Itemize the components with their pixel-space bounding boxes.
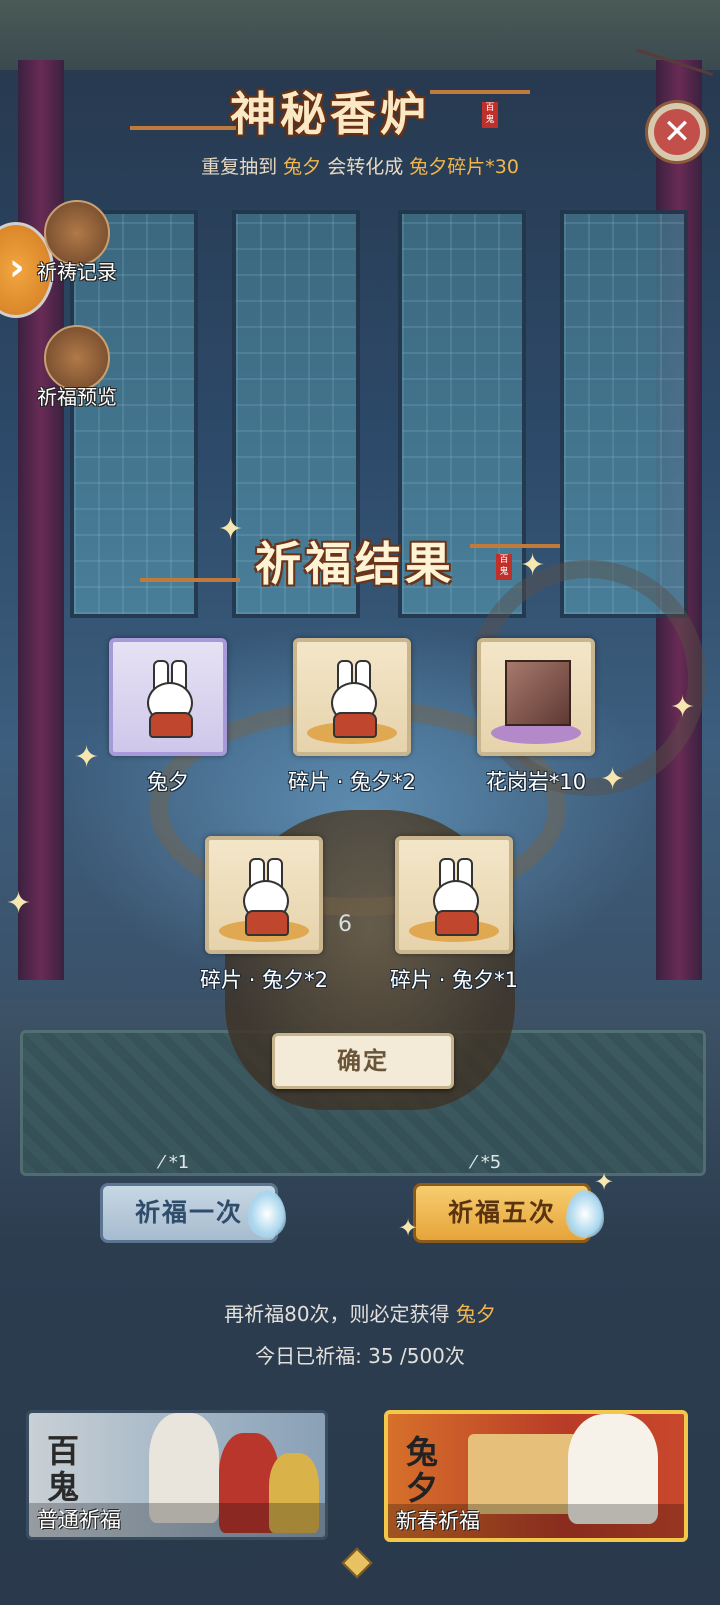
left-pillar: [18, 60, 64, 980]
result-banner: 祈福结果 百鬼: [140, 520, 570, 600]
close-icon: ✕: [654, 109, 700, 155]
normal-pray-label: 普通祈福: [29, 1503, 325, 1537]
sparkle-icon: ✦: [520, 548, 546, 583]
prayer-record-label: 祈祷记录: [37, 260, 117, 284]
sparkle-icon: ✦: [670, 690, 696, 725]
five-cost: ⁄ *5: [472, 1152, 501, 1173]
result-item[interactable]: 碎片 · 兔夕*2: [184, 836, 344, 994]
bunny-character-icon: [109, 638, 227, 756]
sparkle-icon: ✦: [594, 1168, 615, 1196]
bunny-fragment-icon: [395, 836, 513, 954]
top-strip: [0, 0, 720, 70]
prayer-preview-label: 祈福预览: [37, 385, 117, 409]
hint-char: 兔夕: [283, 156, 322, 178]
duplicate-hint: 重复抽到 兔夕 会转化成 兔夕碎片*30: [0, 152, 720, 179]
bunny-figure: [241, 858, 289, 936]
title-seal: 百鬼: [482, 102, 498, 128]
bunny-robe: [149, 712, 193, 738]
close-button[interactable]: ✕: [645, 100, 709, 164]
guarantee-char: 兔夕: [455, 1302, 496, 1326]
game-screen: 神秘香炉 百鬼 重复抽到 兔夕 会转化成 兔夕碎片*30 ✕ › 祈祷记录 祈福…: [0, 0, 720, 1605]
prayer-preview-button[interactable]: 祈福预览: [22, 325, 132, 410]
item-label: 碎片 · 兔夕*2: [288, 770, 416, 794]
today-count: 今日已祈福: 35 /500次: [255, 1344, 465, 1368]
once-cost-value: *1: [168, 1152, 190, 1173]
granite-icon: [477, 638, 595, 756]
granite-block: [505, 660, 571, 726]
censer-number: 6: [338, 912, 352, 937]
guarantee-text: 再祈福80次，则必定获得: [224, 1302, 450, 1326]
item-label: 花岗岩*10: [485, 770, 587, 794]
spring-pray-tab[interactable]: 兔夕 新春祈福: [384, 1410, 688, 1542]
bunny-robe: [435, 910, 479, 936]
normal-pool-emblem: 百鬼: [47, 1432, 80, 1506]
lattice-window: [560, 210, 688, 618]
item-label: 兔夕: [147, 770, 189, 794]
hint-middle: 会转化成: [327, 156, 404, 178]
item-label: 碎片 · 兔夕*1: [390, 968, 518, 992]
prayer-record-button[interactable]: 祈祷记录: [22, 200, 132, 285]
bunny-figure: [431, 858, 479, 936]
sparkle-icon: ✦: [398, 1214, 419, 1242]
incense-stick-icon: ⁄: [160, 1152, 164, 1173]
result-seal: 百鬼: [496, 554, 512, 580]
result-item[interactable]: 碎片 · 兔夕*2: [272, 638, 432, 796]
title-banner: 神秘香炉 百鬼: [130, 70, 530, 141]
item-label: 碎片 · 兔夕*2: [200, 968, 328, 992]
sparkle-icon: ✦: [6, 886, 32, 921]
spring-pool-emblem: 兔夕: [406, 1433, 439, 1507]
hint-prefix: 重复抽到: [201, 156, 278, 178]
bunny-figure: [145, 660, 193, 738]
pray-five-button[interactable]: 祈福五次: [413, 1183, 591, 1243]
confirm-button[interactable]: 确定: [272, 1033, 454, 1089]
bunny-robe: [245, 910, 289, 936]
incense-stick-icon: ⁄: [472, 1152, 476, 1173]
result-item[interactable]: 兔夕: [88, 638, 248, 796]
normal-pray-tab[interactable]: 百鬼 普通祈福: [26, 1410, 328, 1540]
hint-reward: 兔夕碎片*30: [409, 156, 519, 178]
result-item[interactable]: 碎片 · 兔夕*1: [374, 836, 534, 994]
five-cost-value: *5: [480, 1152, 502, 1173]
page-title: 神秘香炉: [230, 87, 430, 141]
spring-pray-label: 新春祈福: [388, 1504, 684, 1538]
bunny-robe: [333, 712, 377, 738]
result-item[interactable]: 花岗岩*10: [456, 638, 616, 796]
bunny-figure: [329, 660, 377, 738]
once-cost: ⁄ *1: [160, 1152, 189, 1173]
sparkle-icon: ✦: [218, 512, 244, 547]
bunny-fragment-icon: [205, 836, 323, 954]
pavilion-art: [468, 1434, 578, 1514]
bunny-fragment-icon: [293, 638, 411, 756]
guarantee-info: 再祈福80次，则必定获得 兔夕: [0, 1298, 720, 1327]
